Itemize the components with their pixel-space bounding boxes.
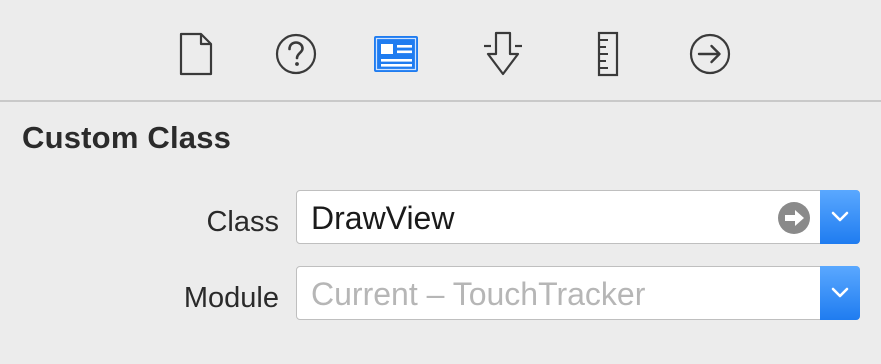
document-icon [178,32,214,76]
inspector-tab-bar [0,0,881,102]
custom-class-inspector: Custom Class Class DrawView Module Curre… [0,0,881,364]
tab-identity-inspector[interactable] [368,26,424,82]
section-title-custom-class: Custom Class [22,120,232,155]
chevron-down-icon [830,286,850,300]
tab-file-inspector[interactable] [168,26,224,82]
arrow-right-circle-icon[interactable] [777,201,811,235]
tab-size-inspector[interactable] [580,26,636,82]
class-label: Class [206,206,279,238]
ruler-icon [593,30,623,78]
class-dropdown-button[interactable] [820,190,860,244]
tab-quick-help[interactable] [268,26,324,82]
class-input[interactable]: DrawView [311,191,454,245]
module-dropdown-button[interactable] [820,266,860,320]
module-label: Module [183,282,279,314]
module-combo-box[interactable]: Current – TouchTracker [296,266,860,320]
arrow-circle-icon [688,32,732,76]
chevron-down-icon [830,210,850,224]
attribute-arrow-icon [481,30,525,78]
tab-attributes-inspector[interactable] [475,26,531,82]
module-input[interactable]: Current – TouchTracker [311,267,645,321]
tab-connections-inspector[interactable] [682,26,738,82]
class-combo-box[interactable]: DrawView [296,190,860,244]
question-circle-icon [274,32,318,76]
identity-card-icon [372,34,420,74]
